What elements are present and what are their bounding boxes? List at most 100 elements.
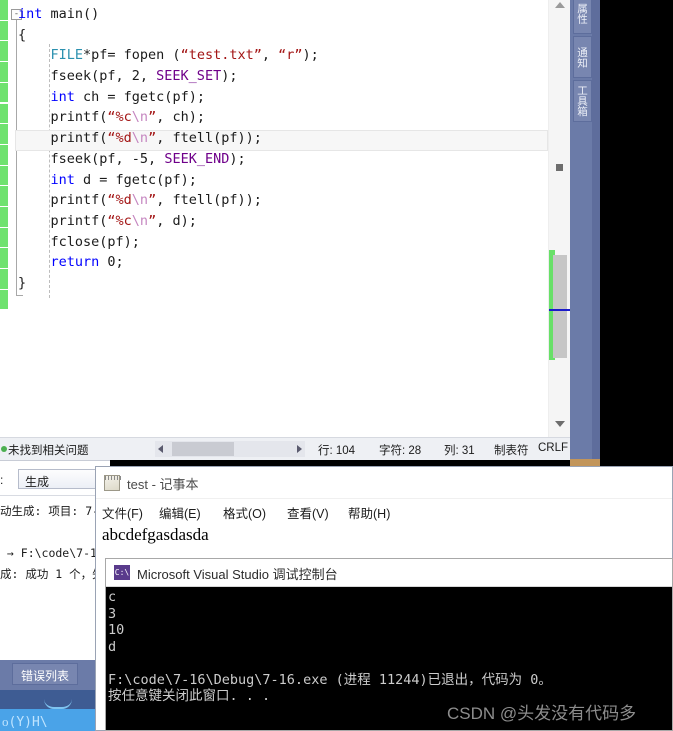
output-source-value: 生成: [25, 475, 50, 489]
code-token: *pf= fopen (: [83, 47, 181, 64]
code-token: “%c: [107, 109, 132, 126]
output-header-divider: [0, 495, 110, 496]
code-line: fseek(pf, 2, SEEK_SET);: [18, 66, 319, 87]
notepad-menu-item-2[interactable]: 格式(O): [223, 503, 266, 522]
code-line: {: [18, 25, 319, 46]
code-text[interactable]: int main(){ FILE*pf= fopen (“test.txt”, …: [18, 4, 319, 294]
code-line: fseek(pf, -5, SEEK_END);: [18, 149, 319, 170]
code-token: SEEK_END: [164, 150, 230, 167]
screen-root: - int main(){ FILE*pf= fopen (“test.txt”…: [0, 0, 673, 731]
status-char-count: 字符: 28: [379, 445, 422, 457]
scroll-down-icon[interactable]: [555, 421, 565, 427]
notepad-menu-item-1[interactable]: 编辑(E): [159, 503, 201, 522]
code-token: SEEK_SET: [156, 68, 222, 85]
taskbar-curve-decoration: [44, 699, 72, 709]
fold-region-line: [16, 20, 17, 296]
change-marker: [0, 41, 8, 63]
output-source-label: :: [0, 473, 4, 487]
code-token: int: [50, 171, 75, 188]
code-token: printf(: [18, 130, 108, 147]
notepad-menu-bar[interactable]: 文件(F) 编辑(E) 格式(O) 查看(V) 帮助(H): [96, 499, 672, 525]
console-output: c 3 10 d F:\code\7-16\Debug\7-16.exe (进程…: [108, 589, 552, 704]
editor-vertical-scrollbar[interactable]: [548, 0, 570, 437]
output-panel: : 生成 动生成: 项目: 7- → F:\code\7-1 成: 成功 1 个…: [0, 460, 110, 731]
code-token: 0;: [99, 254, 124, 271]
output-panel-tabs: 错误列表: [0, 660, 110, 690]
code-token: );: [221, 68, 238, 85]
scrollbar-caret-position: [549, 309, 570, 311]
code-line: FILE*pf= fopen (“test.txt”, “r”);: [18, 45, 319, 66]
notepad-text-content[interactable]: abcdefgasdasda: [102, 525, 209, 545]
notepad-menu-item-4[interactable]: 帮助(H): [348, 503, 390, 522]
code-line: int d = fgetc(pf);: [18, 170, 319, 191]
change-marker: [0, 186, 8, 207]
console-icon: C:\: [114, 565, 130, 580]
change-marker: [0, 289, 8, 311]
scroll-left-icon[interactable]: [158, 445, 163, 453]
tool-tab-properties[interactable]: 属性: [573, 0, 592, 34]
code-token: \n: [131, 109, 149, 126]
code-token: d = fgetc(pf);: [74, 171, 197, 188]
code-token: int: [18, 6, 43, 22]
scrollbar-marker[interactable]: [556, 164, 563, 171]
output-panel-text: 动生成: 项目: 7- → F:\code\7-1 成: 成功 1 个，失: [0, 504, 104, 581]
notepad-title: test - 记事本: [127, 477, 199, 492]
code-token: “%c: [107, 212, 132, 229]
code-token: return: [50, 254, 100, 271]
code-token: ”: [148, 192, 157, 209]
code-token: , ch);: [156, 109, 205, 126]
change-marker: [0, 207, 8, 228]
scrollbar-thumb[interactable]: [553, 255, 567, 358]
notepad-title-bar[interactable]: test - 记事本: [96, 467, 672, 499]
scroll-up-icon[interactable]: [555, 2, 565, 8]
change-marker: [0, 0, 8, 21]
scroll-right-icon[interactable]: [297, 445, 302, 453]
code-token: \n: [131, 130, 149, 147]
code-token: fclose(pf);: [18, 233, 140, 250]
taskbar-text: ᴏ(Y)H\: [2, 715, 48, 730]
change-marker: [0, 20, 8, 42]
code-token: ”: [148, 212, 157, 229]
fold-region-line-end: [16, 295, 23, 296]
code-token: ”: [148, 130, 157, 147]
code-editor[interactable]: - int main(){ FILE*pf= fopen (“test.txt”…: [0, 0, 570, 437]
change-marker: [0, 248, 8, 270]
code-token: int: [50, 88, 75, 105]
desktop-backdrop: [600, 0, 673, 467]
hscrollbar-thumb[interactable]: [172, 442, 234, 456]
code-token: , ftell(pf));: [156, 192, 262, 209]
code-token: {: [18, 26, 27, 43]
change-marker: [0, 165, 8, 187]
code-line: printf(“%c\n”, ch);: [18, 107, 319, 128]
change-tracking-margin: [0, 0, 8, 437]
taskbar-band: ᴏ(Y)H\: [0, 709, 110, 731]
notepad-menu-item-3[interactable]: 查看(V): [287, 503, 329, 522]
change-marker: [0, 269, 8, 290]
tool-tab-notifications[interactable]: 通知: [573, 36, 592, 78]
code-token: , d);: [156, 212, 197, 229]
code-line: printf(“%c\n”, d);: [18, 211, 319, 232]
code-line: }: [18, 273, 319, 294]
code-line: printf(“%d\n”, ftell(pf));: [18, 128, 319, 149]
issue-status-text: 未找到相关问题: [8, 445, 89, 457]
issue-status-icon: [1, 446, 7, 452]
editor-horizontal-scrollbar[interactable]: [155, 441, 305, 457]
console-window[interactable]: C:\ Microsoft Visual Studio 调试控制台 c 3 10…: [105, 558, 673, 731]
notepad-menu-item-0[interactable]: 文件(F): [102, 503, 143, 522]
tool-tab-toolbox[interactable]: 工具箱: [573, 80, 592, 122]
code-token: fseek(pf, -5,: [18, 150, 165, 167]
output-panel-header: : 生成: [0, 469, 110, 491]
windows-taskbar[interactable]: ᴏ(Y)H\: [0, 690, 110, 731]
change-marker: [0, 124, 8, 145]
console-title-bar[interactable]: C:\ Microsoft Visual Studio 调试控制台: [106, 559, 672, 587]
code-token: printf(: [18, 192, 108, 209]
status-indent-mode: 制表符: [494, 445, 529, 457]
code-line: fclose(pf);: [18, 232, 319, 253]
code-line: int main(): [18, 4, 319, 25]
tab-error-list[interactable]: 错误列表: [12, 663, 79, 685]
status-column-number: 列: 31: [444, 445, 475, 457]
code-token: main: [42, 6, 84, 22]
